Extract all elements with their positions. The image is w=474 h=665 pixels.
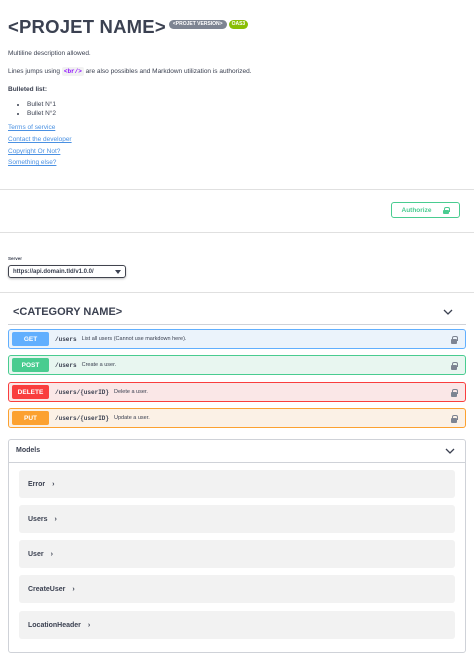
chevron-right-icon: ›	[72, 585, 75, 593]
lock-icon[interactable]	[451, 389, 458, 397]
model-item[interactable]: LocationHeader ›	[19, 611, 455, 639]
contact-developer-link[interactable]: Contact the developer	[8, 136, 72, 143]
chevron-down-icon	[115, 269, 121, 274]
lock-icon[interactable]	[451, 362, 458, 370]
chevron-right-icon: ›	[54, 515, 57, 523]
server-label: Server	[8, 256, 23, 261]
model-name: Error	[28, 480, 46, 488]
bulleted-list: Bullet N°1 Bullet N°2	[27, 100, 56, 118]
operation-summary: Delete a user.	[114, 389, 148, 395]
method-badge: POST	[12, 358, 49, 372]
models-section: Models Error › Users › User › CreateUser › Locat…	[8, 439, 466, 653]
description-prefix: Lines jumps using	[8, 68, 61, 75]
operation-path: /users/{userID}	[55, 388, 110, 396]
method-badge: DELETE	[12, 385, 49, 399]
operation-delete[interactable]: DELETE/users/{userID} Delete a user.	[8, 382, 466, 402]
divider	[0, 232, 474, 233]
chevron-down-icon[interactable]	[445, 447, 455, 455]
method-badge: GET	[12, 332, 49, 346]
bulleted-list-heading: Bulleted list:	[8, 86, 48, 93]
model-name: User	[28, 550, 44, 558]
lock-icon[interactable]	[451, 336, 458, 344]
authorize-label: Authorize	[401, 206, 432, 214]
description-line-2: Lines jumps using <br/> are also possibl…	[8, 67, 252, 76]
inline-code: <br/>	[61, 67, 84, 76]
models-divider	[9, 462, 465, 463]
authorize-button[interactable]: Authorize	[391, 202, 460, 218]
version-badge: <PROJET VERSION>	[168, 20, 227, 29]
chevron-right-icon: ›	[52, 480, 55, 488]
lock-icon[interactable]	[451, 415, 458, 423]
chevron-right-icon: ›	[50, 550, 53, 558]
chevron-right-icon: ›	[87, 621, 91, 629]
operation-summary: Create a user.	[81, 362, 117, 368]
method-badge: PUT	[12, 411, 49, 425]
category-divider	[8, 324, 466, 325]
model-item[interactable]: User ›	[19, 540, 455, 568]
operation-post[interactable]: POST/users Create a user.	[8, 355, 466, 375]
operation-path: /users	[55, 335, 77, 343]
category-title[interactable]: <CATEGORY NAME>	[13, 306, 122, 318]
description-suffix: are also possibles and Markdown utilizat…	[85, 68, 252, 75]
model-item[interactable]: Error ›	[19, 470, 455, 498]
list-item: Bullet N°1	[27, 100, 56, 109]
lock-icon	[443, 206, 451, 214]
page-title: <PROJET NAME>	[8, 16, 166, 37]
operation-summary: List all users (Cannot use markdown here…	[81, 336, 187, 342]
operation-put[interactable]: PUT/users/{userID} Update a user.	[8, 408, 466, 428]
divider	[0, 292, 474, 293]
model-item[interactable]: CreateUser ›	[19, 575, 455, 603]
model-item[interactable]: Users ›	[19, 505, 455, 533]
model-name: Users	[28, 515, 48, 523]
chevron-down-icon[interactable]	[443, 308, 453, 316]
model-name: CreateUser	[28, 585, 66, 593]
server-selected-value: https://api.domain.tld/v1.0.0/	[13, 268, 94, 275]
oas-badge: OAS3	[228, 20, 249, 29]
info-section: <PROJET NAME> <PROJET VERSION> OAS3	[8, 14, 466, 40]
models-title[interactable]: Models	[16, 447, 40, 454]
title-row: <PROJET NAME> <PROJET VERSION> OAS3	[8, 14, 466, 40]
server-select[interactable]: https://api.domain.tld/v1.0.0/	[8, 265, 126, 278]
model-name: LocationHeader	[28, 621, 81, 629]
copyright-link[interactable]: Copyright Or Not?	[8, 148, 60, 155]
operation-summary: Update a user.	[114, 415, 150, 421]
something-else-link[interactable]: Something else?	[8, 159, 56, 166]
terms-of-service-link[interactable]: Terms of service	[8, 124, 55, 131]
operation-path: /users	[55, 361, 77, 369]
list-item: Bullet N°2	[27, 109, 56, 118]
divider	[0, 189, 474, 190]
operation-get[interactable]: GET/users List all users (Cannot use mark…	[8, 329, 466, 349]
operation-path: /users/{userID}	[55, 414, 110, 422]
description-line-1: Multiline description allowed.	[8, 50, 91, 57]
